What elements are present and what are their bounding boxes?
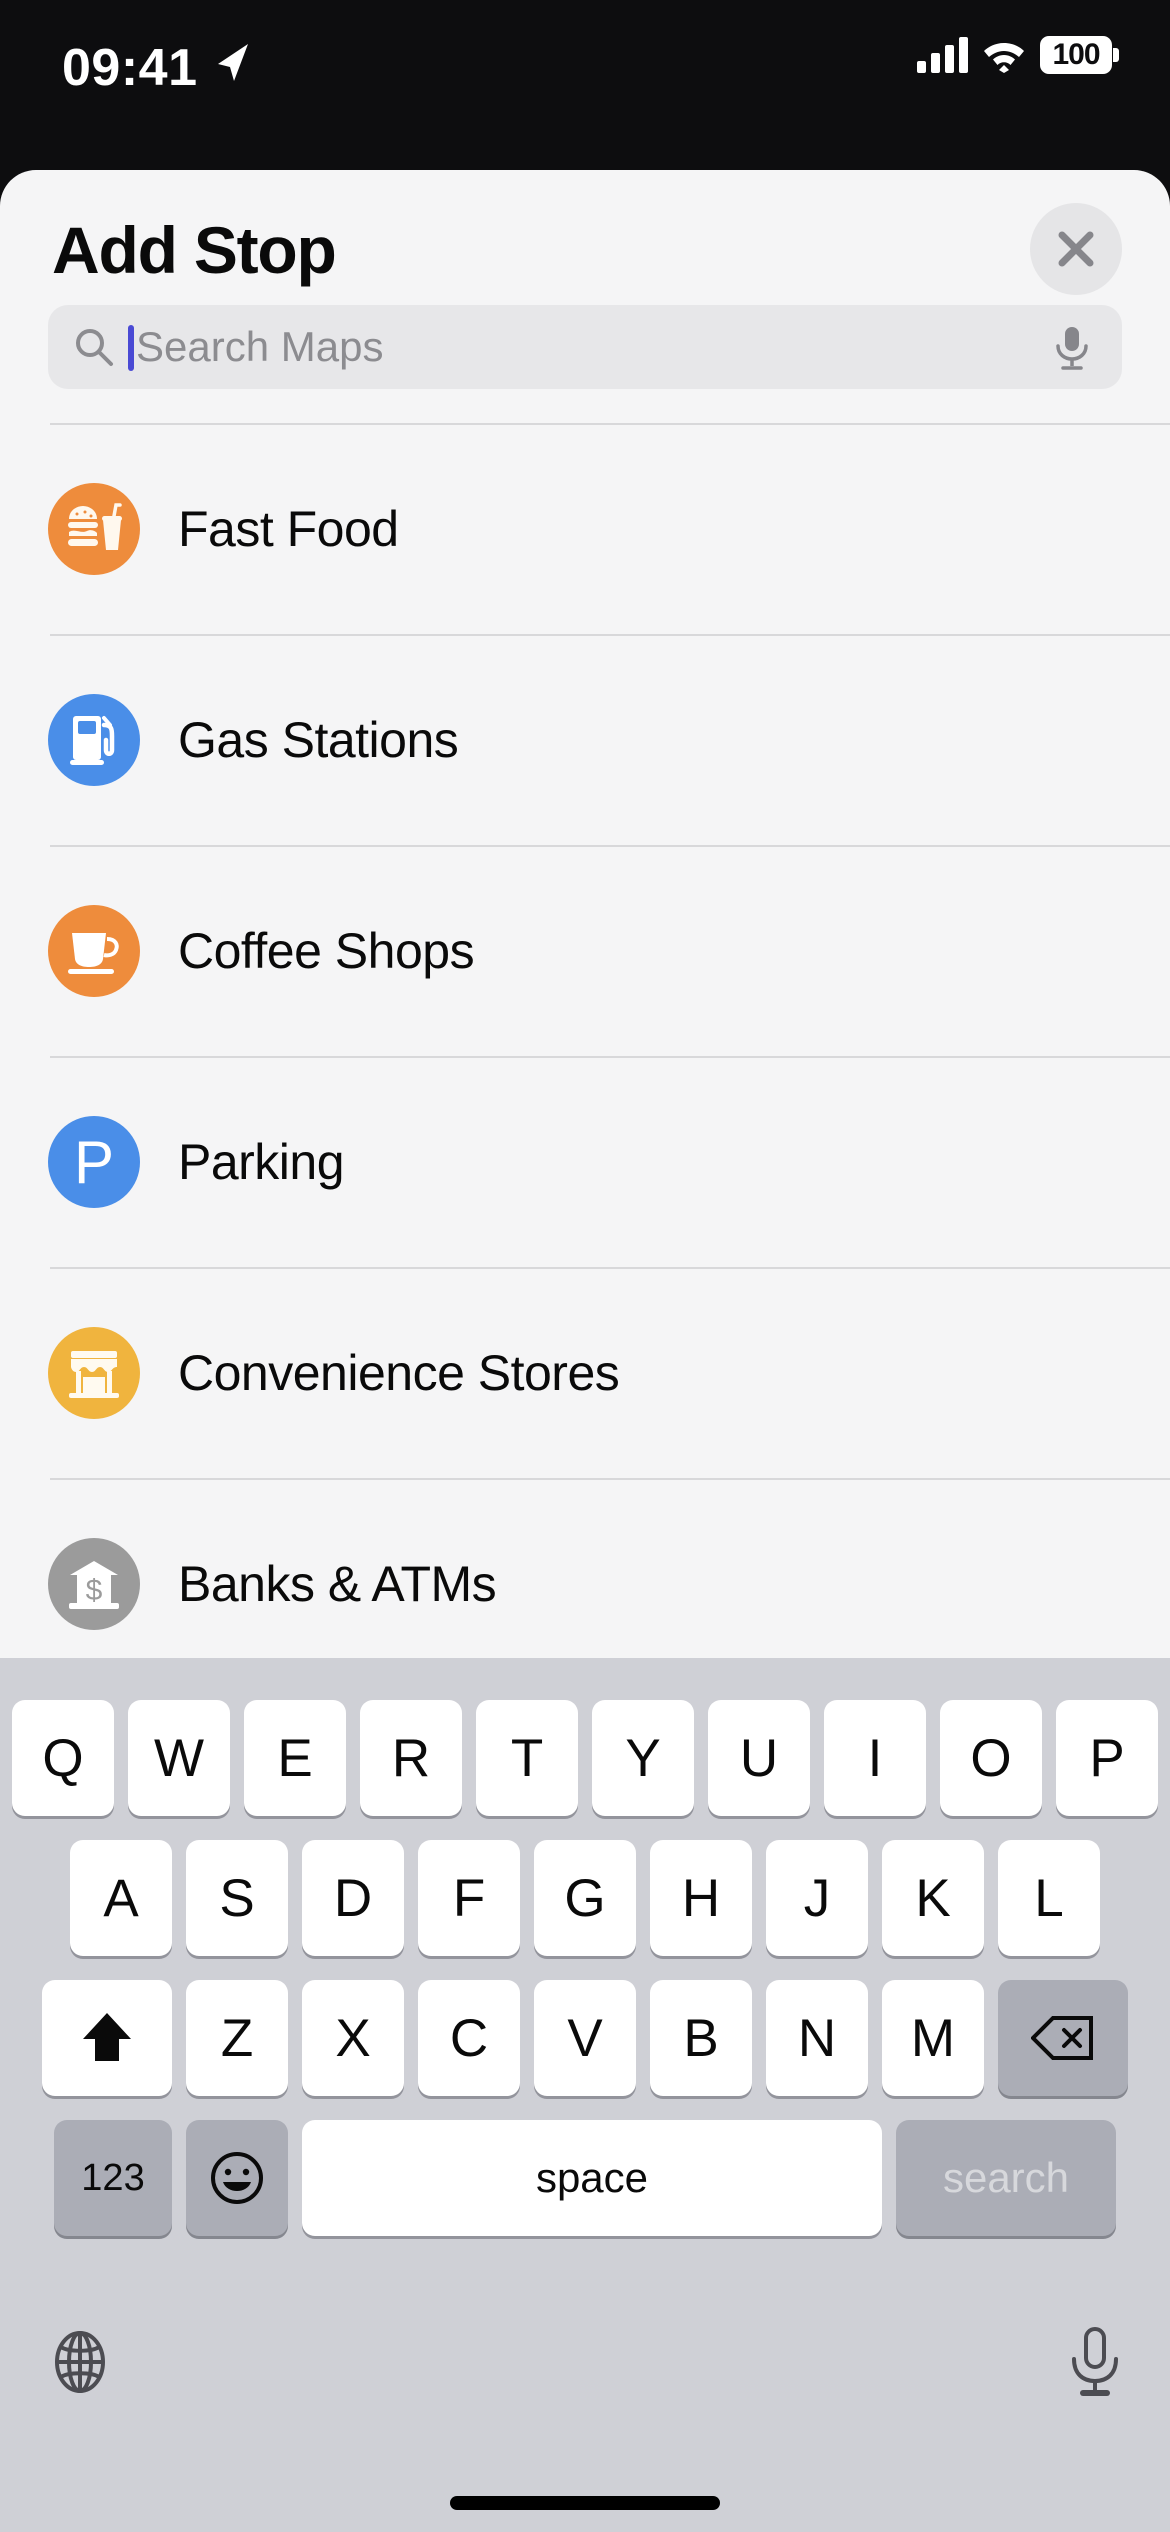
backspace-delete-icon	[1031, 2016, 1093, 2060]
wifi-icon	[984, 43, 1024, 73]
bank-dollar-icon: $	[48, 1537, 140, 1630]
status-bar: 09:41 100	[0, 0, 1170, 170]
gas-pump-icon	[48, 693, 140, 786]
close-button[interactable]	[1030, 203, 1122, 295]
parking-p-icon: P	[48, 1115, 140, 1208]
fast-food-icon	[48, 482, 140, 575]
key-d[interactable]: D	[302, 1840, 404, 1956]
page-title: Add Stop	[52, 213, 337, 287]
microphone-icon[interactable]	[1054, 325, 1090, 371]
key-e[interactable]: E	[244, 1700, 346, 1816]
search-placeholder: Search Maps	[136, 323, 384, 370]
shift-arrow-icon	[83, 2013, 131, 2061]
key-b[interactable]: B	[650, 1980, 752, 2096]
category-row-convenience-stores[interactable]: Convenience Stores	[0, 1267, 1170, 1478]
search-return-key[interactable]: search	[896, 2120, 1116, 2236]
keyboard-row-1: Q W E R T Y U I O P	[0, 1700, 1170, 1816]
shift-key[interactable]	[42, 1980, 172, 2096]
keyboard-row-4: 123 space search	[0, 2120, 1170, 2236]
key-f[interactable]: F	[418, 1840, 520, 1956]
key-u[interactable]: U	[708, 1700, 810, 1816]
coffee-cup-icon	[48, 904, 140, 997]
home-indicator	[450, 2496, 720, 2510]
search-icon	[76, 329, 113, 366]
key-w[interactable]: W	[128, 1700, 230, 1816]
key-p[interactable]: P	[1056, 1700, 1158, 1816]
category-label: Convenience Stores	[178, 1344, 620, 1401]
key-s[interactable]: S	[186, 1840, 288, 1956]
category-label: Parking	[178, 1133, 345, 1190]
key-z[interactable]: Z	[186, 1980, 288, 2096]
location-arrow-icon	[218, 44, 248, 81]
key-o[interactable]: O	[940, 1700, 1042, 1816]
category-row-parking[interactable]: P Parking	[0, 1056, 1170, 1267]
key-v[interactable]: V	[534, 1980, 636, 2096]
emoji-smiley-icon	[211, 2152, 263, 2204]
key-i[interactable]: I	[824, 1700, 926, 1816]
svg-text:P: P	[74, 1131, 114, 1193]
category-label: Coffee Shops	[178, 922, 475, 979]
space-key[interactable]: space	[302, 2120, 882, 2236]
category-row-coffee-shops[interactable]: Coffee Shops	[0, 845, 1170, 1056]
battery-indicator: 100	[1040, 36, 1119, 74]
text-caret	[128, 325, 134, 371]
category-row-gas-stations[interactable]: Gas Stations	[0, 634, 1170, 845]
category-label: Banks & ATMs	[178, 1555, 497, 1612]
svg-text:$: $	[86, 1574, 103, 1607]
category-row-fast-food[interactable]: Fast Food	[0, 423, 1170, 634]
category-list: Fast Food Gas Stations Coffee Shops P Pa…	[0, 423, 1170, 1689]
key-m[interactable]: M	[882, 1980, 984, 2096]
keyboard-row-2: A S D F G H J K L	[0, 1840, 1170, 1956]
status-indicators: 100	[917, 36, 1119, 74]
key-c[interactable]: C	[418, 1980, 520, 2096]
cellular-bars-icon	[917, 37, 968, 73]
battery-level-label: 100	[1052, 38, 1100, 71]
key-t[interactable]: T	[476, 1700, 578, 1816]
key-q[interactable]: Q	[12, 1700, 114, 1816]
key-y[interactable]: Y	[592, 1700, 694, 1816]
keyboard-row-3: Z X C V B N M	[0, 1980, 1170, 2096]
delete-key[interactable]	[998, 1980, 1128, 2096]
iphone-screen: 09:41 100 Add Stop Search Maps Fast Food…	[0, 0, 1170, 2532]
key-l[interactable]: L	[998, 1840, 1100, 1956]
key-g[interactable]: G	[534, 1840, 636, 1956]
key-r[interactable]: R	[360, 1700, 462, 1816]
key-a[interactable]: A	[70, 1840, 172, 1956]
sheet-header: Add Stop	[0, 170, 1170, 305]
storefront-icon	[48, 1326, 140, 1419]
key-n[interactable]: N	[766, 1980, 868, 2096]
status-time: 09:41	[62, 39, 198, 97]
onscreen-keyboard: Q W E R T Y U I O P A S D F G H J K L Z …	[0, 1658, 1170, 2532]
category-label: Gas Stations	[178, 711, 459, 768]
key-j[interactable]: J	[766, 1840, 868, 1956]
close-icon	[1058, 231, 1094, 267]
key-h[interactable]: H	[650, 1840, 752, 1956]
search-input[interactable]: Search Maps	[48, 305, 1122, 389]
key-x[interactable]: X	[302, 1980, 404, 2096]
dictation-microphone-icon[interactable]	[1068, 2326, 1122, 2398]
search-container: Search Maps	[0, 305, 1170, 389]
globe-icon[interactable]	[48, 2330, 112, 2394]
key-k[interactable]: K	[882, 1840, 984, 1956]
category-label: Fast Food	[178, 500, 399, 557]
numbers-key[interactable]: 123	[54, 2120, 172, 2236]
add-stop-sheet: Add Stop Search Maps Fast Food Gas Stati…	[0, 170, 1170, 2532]
emoji-key[interactable]	[186, 2120, 288, 2236]
keyboard-bottom-bar	[0, 2292, 1170, 2532]
